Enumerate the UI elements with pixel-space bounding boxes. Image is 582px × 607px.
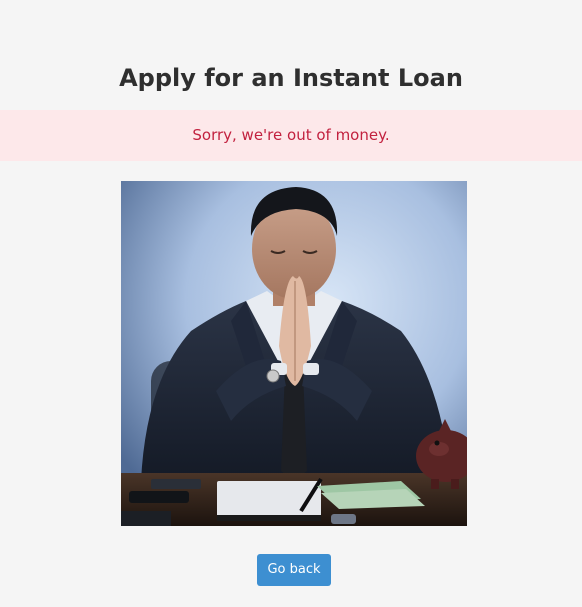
error-alert: Sorry, we're out of money. [0,110,582,161]
go-back-button[interactable]: Go back [257,554,331,586]
loan-page: Apply for an Instant Loan Sorry, we're o… [0,0,582,607]
page-title: Apply for an Instant Loan [119,64,463,92]
error-message: Sorry, we're out of money. [192,126,390,144]
man-praying-photo [121,181,467,526]
